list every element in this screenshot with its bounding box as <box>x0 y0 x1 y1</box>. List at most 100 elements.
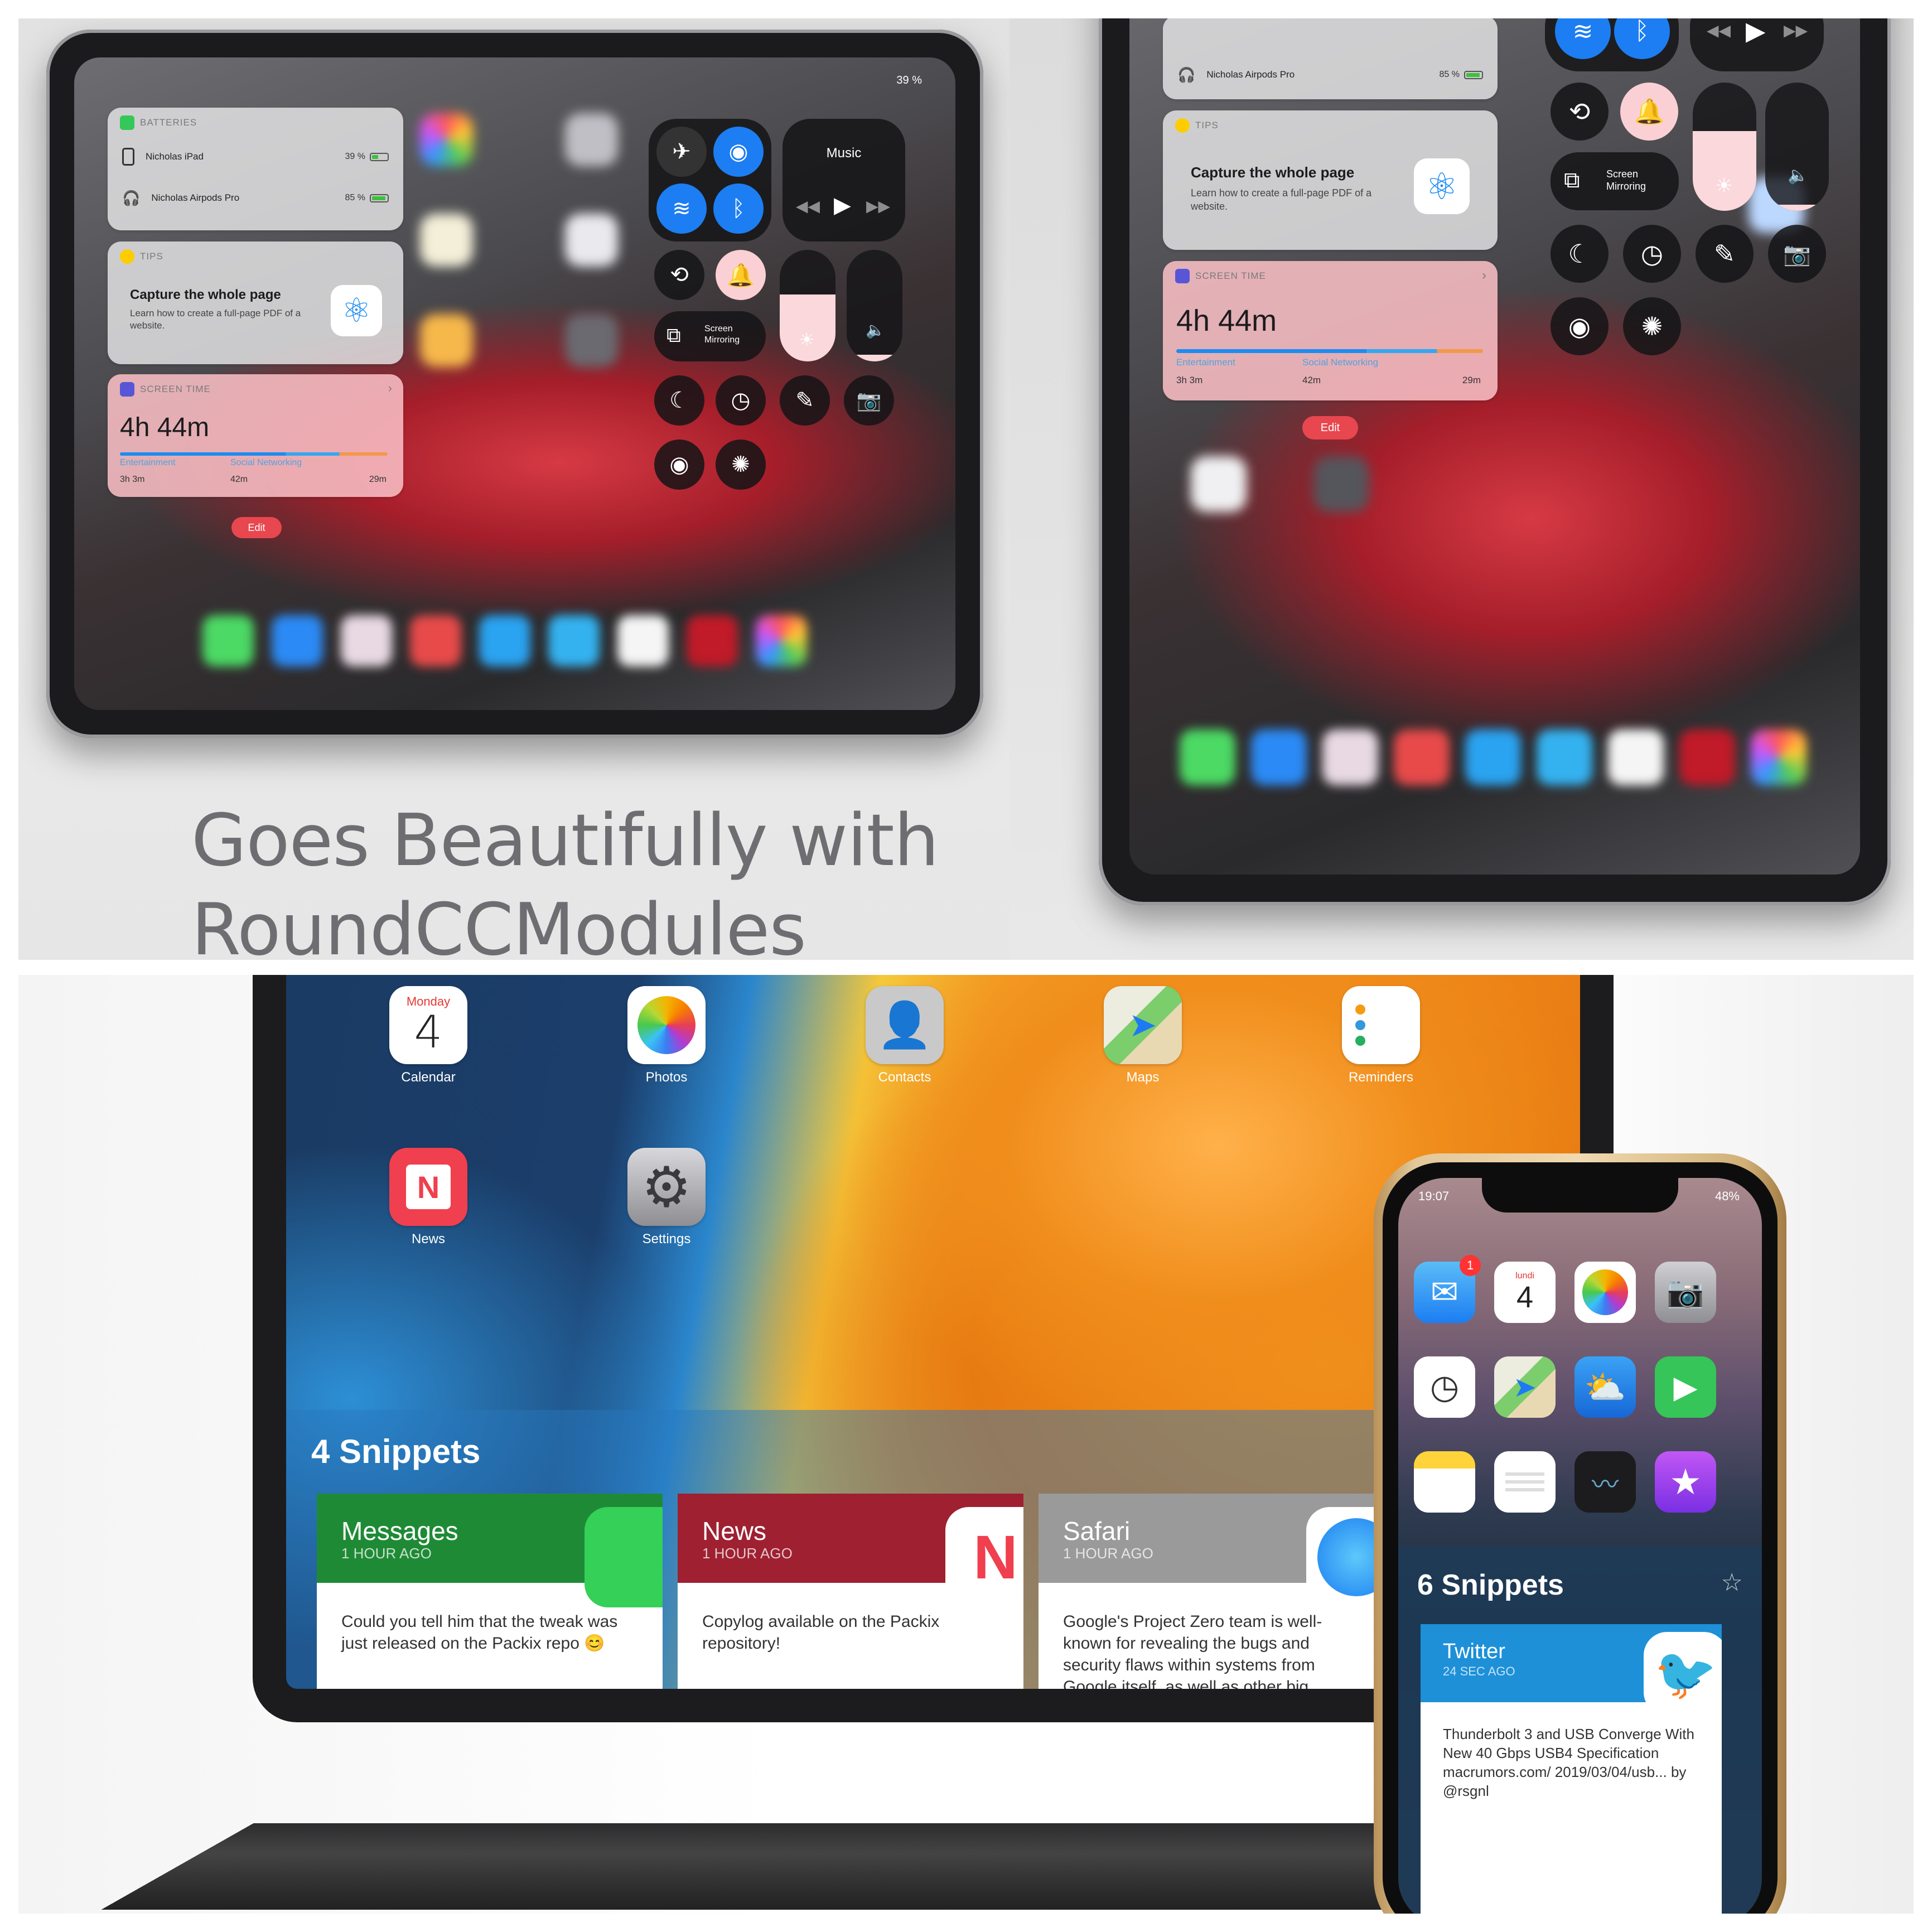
music-module[interactable]: ◀◀ ▶ ▶▶ <box>1690 18 1824 71</box>
timer-icon[interactable]: ◷ <box>716 375 766 426</box>
play-icon[interactable]: ▶ <box>834 192 851 218</box>
brightness-slider[interactable]: ☀ <box>780 250 835 361</box>
blurred-app-icon <box>565 314 618 367</box>
lightbulb-icon <box>1175 118 1190 133</box>
edit-button[interactable]: Edit <box>1302 416 1358 439</box>
brightness-icon: ☀ <box>799 330 815 350</box>
airplane-mode-icon[interactable]: ✈ <box>656 127 707 177</box>
screen-mirroring-button[interactable]: ⧉ Screen Mirroring <box>1551 152 1679 210</box>
category-label: Social Networking <box>1302 357 1379 368</box>
notes-icon[interactable]: ✎ <box>780 375 830 426</box>
weather-icon[interactable]: ⛅ <box>1574 1356 1636 1418</box>
rewind-icon[interactable]: ◀◀ <box>1707 21 1731 40</box>
status-time: 19:07 <box>1418 1189 1450 1203</box>
play-icon[interactable]: ▶ <box>1746 18 1765 46</box>
star-icon[interactable]: ★ <box>1655 1451 1716 1513</box>
screen-record-icon[interactable]: ◉ <box>1551 297 1609 355</box>
notification-badge: 1 <box>1460 1255 1481 1276</box>
hourglass-icon <box>1175 269 1190 283</box>
tips-widget[interactable]: TIPS Capture the whole page Learn how to… <box>1163 110 1498 250</box>
blurred-app-icon <box>565 214 618 267</box>
snippet-card-twitter[interactable]: Twitter 24 SEC AGO 🐦 Thunderbolt 3 and U… <box>1421 1624 1722 1914</box>
stocks-icon[interactable]: 〰 <box>1574 1451 1636 1513</box>
rotation-lock-icon[interactable]: ⟲ <box>1551 83 1609 141</box>
card-body: Could you tell him that the tweak was ju… <box>341 1612 618 1653</box>
atom-icon: ⚛ <box>331 285 382 336</box>
iphone-frame: 19:07 48% ✉ 1 lundi 4 📷 ◷ ➤ ⛅ ▶ 〰 ★ 6 Sn… <box>1374 1153 1786 1914</box>
wifi-icon[interactable]: ≋ <box>656 183 707 234</box>
snippet-card-news[interactable]: News 1 HOUR AGO N Copylog available on t… <box>678 1494 1023 1689</box>
airpods-widget[interactable]: 🎧 Nicholas Airpods Pro 85 % <box>1163 18 1498 99</box>
silent-bell-icon[interactable]: 🔔 <box>1620 83 1678 141</box>
screen-time-widget[interactable]: SCREEN TIME › 4h 44m Entertainment Socia… <box>1163 261 1498 400</box>
snippet-card-messages[interactable]: Messages 1 HOUR AGO Could you tell him t… <box>317 1494 663 1689</box>
app-contacts[interactable]: 👤 Contacts <box>866 986 944 1085</box>
airdrop-icon[interactable]: ◉ <box>713 127 764 177</box>
app-maps[interactable]: ➤ Maps <box>1104 986 1182 1085</box>
app-news[interactable]: N News <box>389 1148 467 1247</box>
reminders-icon <box>1342 986 1420 1064</box>
timer-icon[interactable]: ◷ <box>1623 225 1681 283</box>
loading-icon[interactable]: ✺ <box>716 439 766 490</box>
bluetooth-icon[interactable]: ᛒ <box>1614 18 1670 59</box>
music-module[interactable]: Music ◀◀ ▶ ▶▶ <box>783 119 905 241</box>
app-label: Calendar <box>401 1070 456 1085</box>
app-label: Settings <box>642 1231 691 1247</box>
fast-forward-icon[interactable]: ▶▶ <box>1784 21 1808 40</box>
widget-header: SCREEN TIME <box>1175 269 1266 283</box>
reminders-icon[interactable] <box>1494 1451 1556 1513</box>
moon-icon[interactable]: ☾ <box>654 375 704 426</box>
screen-time-bar <box>120 452 388 456</box>
chevron-right-icon: › <box>388 381 392 395</box>
notes-icon[interactable]: ✎ <box>1696 225 1754 283</box>
category-label: Entertainment <box>120 458 176 467</box>
volume-slider[interactable]: 🔈 <box>1765 83 1829 211</box>
hourglass-icon <box>120 382 134 397</box>
volume-slider[interactable]: 🔈 <box>847 250 902 361</box>
notes-icon[interactable] <box>1414 1451 1475 1513</box>
loading-icon[interactable]: ✺ <box>1623 297 1681 355</box>
app-label: Reminders <box>1348 1070 1414 1085</box>
screen-time-widget[interactable]: SCREEN TIME › 4h 44m Entertainment Socia… <box>108 374 403 497</box>
screen-record-icon[interactable]: ◉ <box>654 439 704 490</box>
photos-icon[interactable] <box>1574 1262 1636 1323</box>
app-calendar[interactable]: Monday 4 Calendar <box>389 986 467 1085</box>
brightness-slider[interactable]: ☀ <box>1693 83 1756 211</box>
airpods-icon: 🎧 <box>122 189 141 206</box>
snippet-card-safari[interactable]: Safari 1 HOUR AGO Google's Project Zero … <box>1039 1494 1384 1689</box>
rotation-lock-icon[interactable]: ⟲ <box>654 250 704 300</box>
rewind-icon[interactable]: ◀◀ <box>796 197 820 215</box>
app-photos[interactable]: Photos <box>627 986 706 1085</box>
messages-icon <box>585 1507 663 1607</box>
widget-header: BATTERIES <box>120 115 197 130</box>
headline-line-2: RoundCCModules <box>191 888 806 960</box>
screen-mirroring-button[interactable]: ⧉ Screen Mirroring <box>654 311 766 361</box>
bluetooth-icon[interactable]: ᛒ <box>713 183 764 234</box>
screen-time-total: 4h 44m <box>1176 304 1277 337</box>
tips-widget[interactable]: TIPS Capture the whole page Learn how to… <box>108 241 403 364</box>
card-header: Safari 1 HOUR AGO <box>1039 1494 1384 1607</box>
camera-icon[interactable]: 📷 <box>1655 1262 1716 1323</box>
moon-icon[interactable]: ☾ <box>1551 225 1609 283</box>
calendar-icon[interactable]: lundi 4 <box>1494 1262 1556 1323</box>
fast-forward-icon[interactable]: ▶▶ <box>866 197 890 215</box>
music-label: Music <box>826 146 862 161</box>
facetime-icon[interactable]: ▶ <box>1655 1356 1716 1418</box>
maps-icon[interactable]: ➤ <box>1494 1356 1556 1418</box>
ipad-frame: 39 % BATTERIES Nicholas iPad 39 % 🎧 Nich… <box>46 30 983 738</box>
app-settings[interactable]: ⚙ Settings <box>627 1148 706 1247</box>
app-reminders[interactable]: Reminders <box>1342 986 1420 1085</box>
clock-icon[interactable]: ◷ <box>1414 1356 1475 1418</box>
screen-mirroring-icon: ⧉ <box>666 323 681 346</box>
silent-bell-icon[interactable]: 🔔 <box>716 250 766 300</box>
camera-icon[interactable]: 📷 <box>1768 225 1826 283</box>
compass-icon <box>1306 1507 1384 1607</box>
batteries-widget[interactable]: BATTERIES Nicholas iPad 39 % 🎧 Nicholas … <box>108 108 403 230</box>
edit-button[interactable]: Edit <box>231 517 282 538</box>
wifi-icon[interactable]: ≋ <box>1555 18 1611 59</box>
camera-icon[interactable]: 📷 <box>844 375 894 426</box>
battery-level-icon <box>370 194 389 202</box>
star-outline-icon[interactable]: ☆ <box>1721 1568 1743 1597</box>
blurred-app-icon <box>1313 456 1369 512</box>
widget-header: TIPS <box>1175 118 1219 133</box>
